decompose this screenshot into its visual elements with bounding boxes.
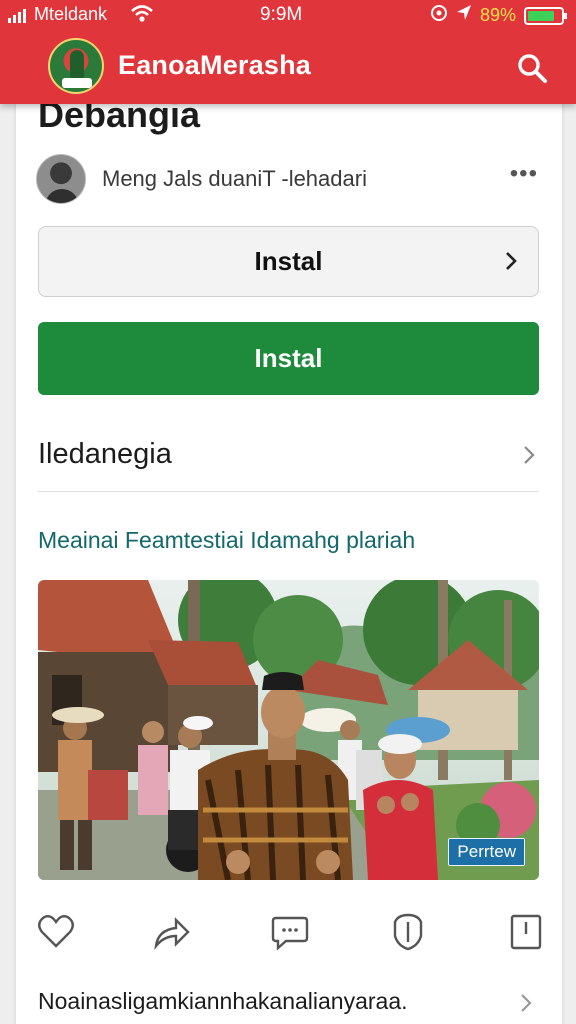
comment-icon[interactable] (270, 912, 310, 952)
install-outline-button[interactable]: Instal (38, 226, 539, 297)
install-outline-label: Instal (254, 246, 323, 276)
carrier-name: Mteldank (34, 4, 108, 24)
section-title: Iledanegia (38, 438, 172, 470)
battery-icon (524, 6, 567, 25)
alarm-icon (430, 4, 448, 27)
author-row: Meng Jals duaniT -lehadari ••• (36, 152, 542, 206)
bottom-link[interactable]: Noainasligamkiannhakanalianyaraa. (38, 988, 408, 1015)
section-row[interactable]: Iledanegia (38, 430, 539, 480)
battery-fill (528, 10, 554, 21)
app-title: EanoaMerasha (118, 50, 311, 80)
wifi-icon (130, 4, 154, 29)
shield-icon[interactable] (388, 912, 428, 952)
article-photo[interactable]: Perrtew (38, 580, 539, 880)
search-icon[interactable] (514, 50, 550, 86)
status-bar: Mteldank 9:9M 89% (0, 0, 576, 30)
app-logo-icon[interactable] (48, 38, 104, 94)
location-icon (456, 4, 472, 27)
chevron-right-icon (504, 249, 518, 278)
avatar[interactable] (36, 154, 86, 204)
teal-link[interactable]: Meainai Feamtestiai Idamahg plariah (38, 527, 415, 554)
battery-percent: 89% (479, 5, 516, 25)
chevron-right-icon (523, 444, 535, 471)
more-dots-icon[interactable]: ••• (510, 160, 538, 188)
divider (38, 491, 539, 492)
preview-badge[interactable]: Perrtew (448, 838, 525, 866)
top-bar: Mteldank 9:9M 89% EanoaMerasha (0, 0, 576, 104)
bookmark-icon[interactable] (506, 912, 546, 952)
status-time: 9:9M (260, 4, 303, 25)
install-primary-label: Instal (254, 343, 323, 373)
app-header: EanoaMerasha (0, 30, 576, 104)
signal-icon (8, 9, 26, 23)
install-primary-button[interactable]: Instal (38, 322, 539, 395)
heart-icon[interactable] (36, 912, 76, 952)
share-icon[interactable] (152, 912, 192, 952)
chevron-right-icon (520, 992, 532, 1019)
author-line: Meng Jals duaniT -lehadari (102, 166, 367, 191)
action-bar (36, 912, 542, 956)
